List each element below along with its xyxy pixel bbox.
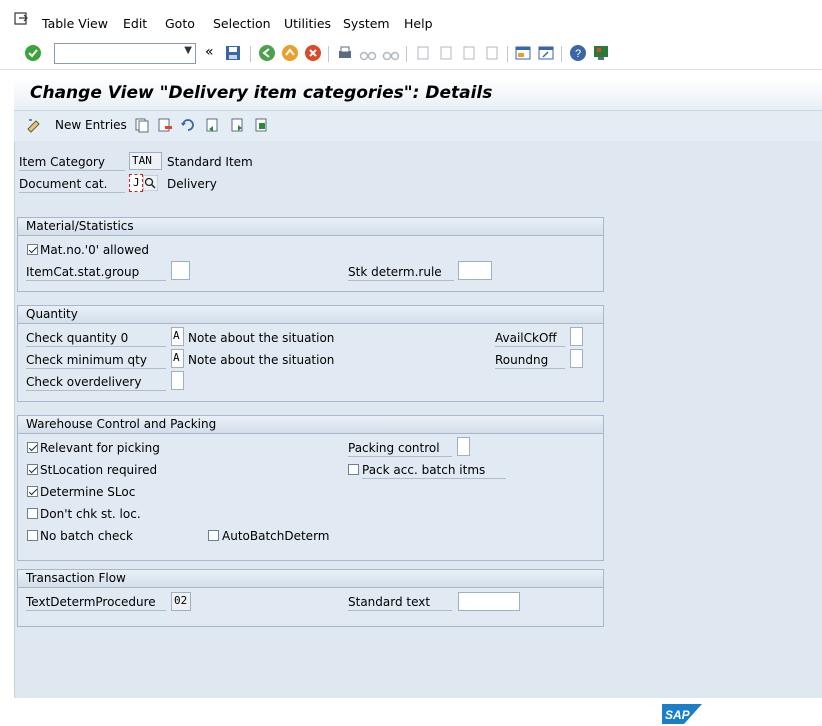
command-field[interactable]: ▼ xyxy=(54,43,196,64)
standard-text-label: Standard text xyxy=(348,595,452,611)
textdeterm-field[interactable]: 02 xyxy=(171,592,191,611)
relevant-picking-label: Relevant for picking xyxy=(40,441,160,455)
help-icon[interactable]: ? xyxy=(569,44,587,62)
menu-utilities[interactable]: Utilities xyxy=(284,16,331,31)
dont-chk-stloc-label: Don't chk st. loc. xyxy=(40,507,141,521)
check-min-qty-label: Check minimum qty xyxy=(26,353,166,369)
svg-text:?: ? xyxy=(575,48,581,60)
layout-menu-icon[interactable] xyxy=(592,44,610,62)
sap-logo: SAP xyxy=(662,704,702,724)
display-change-icon[interactable] xyxy=(26,117,42,133)
menu-bar: Table View Edit Goto Selection Utilities… xyxy=(0,0,822,38)
warehouse-title: Warehouse Control and Packing xyxy=(26,417,217,431)
svg-text:SAP: SAP xyxy=(665,708,691,722)
no-batch-check-label: No batch check xyxy=(40,529,133,543)
document-cat-label: Document cat. xyxy=(19,177,125,193)
menu-edit[interactable]: Edit xyxy=(123,16,147,31)
mat-no-zero-checkbox[interactable] xyxy=(27,244,38,255)
search-help-icon[interactable] xyxy=(143,175,158,191)
enter-check-icon[interactable] xyxy=(24,44,42,62)
packing-control-label: Packing control xyxy=(348,441,452,457)
print-icon[interactable] xyxy=(336,44,354,62)
availckoff-field[interactable] xyxy=(570,327,583,346)
new-entries-button[interactable]: New Entries xyxy=(55,118,127,132)
determine-sloc-label: Determine SLoc xyxy=(40,485,136,499)
next-page-icon xyxy=(463,46,475,60)
pack-acc-batch-label: Pack acc. batch itms xyxy=(362,463,506,479)
menu-selection[interactable]: Selection xyxy=(213,16,271,31)
standard-text-field[interactable] xyxy=(458,592,520,611)
application-toolbar: New Entries xyxy=(14,111,822,141)
title-bar: Change View "Delivery item categories": … xyxy=(14,78,822,111)
item-category-label: Item Category xyxy=(19,155,125,171)
page-title: Change View "Delivery item categories": … xyxy=(30,83,493,103)
save-icon[interactable] xyxy=(224,44,242,62)
undo-icon[interactable] xyxy=(180,117,196,133)
menu-help[interactable]: Help xyxy=(404,16,433,31)
check-overdelivery-label: Check overdelivery xyxy=(26,375,166,391)
check-qty0-desc: Note about the situation xyxy=(188,331,335,345)
check-qty0-field[interactable]: A xyxy=(171,327,184,346)
menu-system[interactable]: System xyxy=(343,16,390,31)
pack-acc-batch-checkbox[interactable] xyxy=(348,464,359,475)
menu-icon[interactable] xyxy=(14,12,30,26)
check-overdelivery-field[interactable] xyxy=(171,371,184,390)
stk-determ-rule-label: Stk determ.rule xyxy=(348,265,454,281)
roundng-field[interactable] xyxy=(570,349,583,368)
check-min-qty-desc: Note about the situation xyxy=(188,353,335,367)
item-category-desc: Standard Item xyxy=(167,155,253,169)
cancel-icon[interactable] xyxy=(304,44,322,62)
relevant-picking-checkbox[interactable] xyxy=(27,442,38,453)
first-page-icon xyxy=(417,46,429,60)
determine-sloc-checkbox[interactable] xyxy=(27,486,38,497)
exit-icon[interactable] xyxy=(281,44,299,62)
mat-no-zero-label: Mat.no.'0' allowed xyxy=(40,243,150,257)
dont-chk-stloc-checkbox[interactable] xyxy=(27,508,38,519)
previous-page-icon xyxy=(440,46,452,60)
new-session-icon[interactable] xyxy=(514,44,532,62)
availckoff-label: AvailCkOff xyxy=(495,331,565,347)
roundng-label: Roundng xyxy=(495,353,565,369)
stk-determ-rule-field[interactable] xyxy=(458,261,492,280)
autobatchdeterm-label: AutoBatchDeterm xyxy=(222,529,330,543)
item-category-field[interactable]: TAN xyxy=(129,152,162,170)
itemcat-stat-group-label: ItemCat.stat.group xyxy=(26,265,166,281)
packing-control-field[interactable] xyxy=(457,437,470,456)
standard-toolbar: ▼ « ? xyxy=(0,38,822,70)
collapse-icon[interactable]: « xyxy=(205,44,214,60)
stlocation-required-label: StLocation required xyxy=(40,463,158,477)
no-batch-check-checkbox[interactable] xyxy=(27,530,38,541)
check-qty0-label: Check quantity 0 xyxy=(26,331,166,347)
transaction-flow-title: Transaction Flow xyxy=(26,571,126,585)
menu-table-view[interactable]: Table View xyxy=(42,16,108,31)
back-icon[interactable] xyxy=(258,44,276,62)
copy-as-icon[interactable] xyxy=(134,117,150,133)
document-cat-field[interactable]: J xyxy=(129,174,143,192)
last-page-icon xyxy=(486,46,498,60)
textdeterm-label: TextDetermProcedure xyxy=(26,595,166,611)
itemcat-stat-group-field[interactable] xyxy=(171,261,190,280)
shortcut-icon[interactable] xyxy=(537,44,555,62)
menu-goto[interactable]: Goto xyxy=(165,16,195,31)
next-entry-icon[interactable] xyxy=(229,117,245,133)
stlocation-required-checkbox[interactable] xyxy=(27,464,38,475)
find-next-icon xyxy=(382,51,400,61)
document-cat-desc: Delivery xyxy=(167,177,217,191)
previous-entry-icon[interactable] xyxy=(204,117,220,133)
check-min-qty-field[interactable]: A xyxy=(171,349,184,368)
quantity-title: Quantity xyxy=(26,307,78,321)
delete-icon[interactable] xyxy=(157,117,173,133)
select-all-icon[interactable] xyxy=(253,117,269,133)
material-statistics-title: Material/Statistics xyxy=(26,219,134,233)
find-icon xyxy=(359,51,377,61)
autobatchdeterm-checkbox[interactable] xyxy=(208,530,219,541)
